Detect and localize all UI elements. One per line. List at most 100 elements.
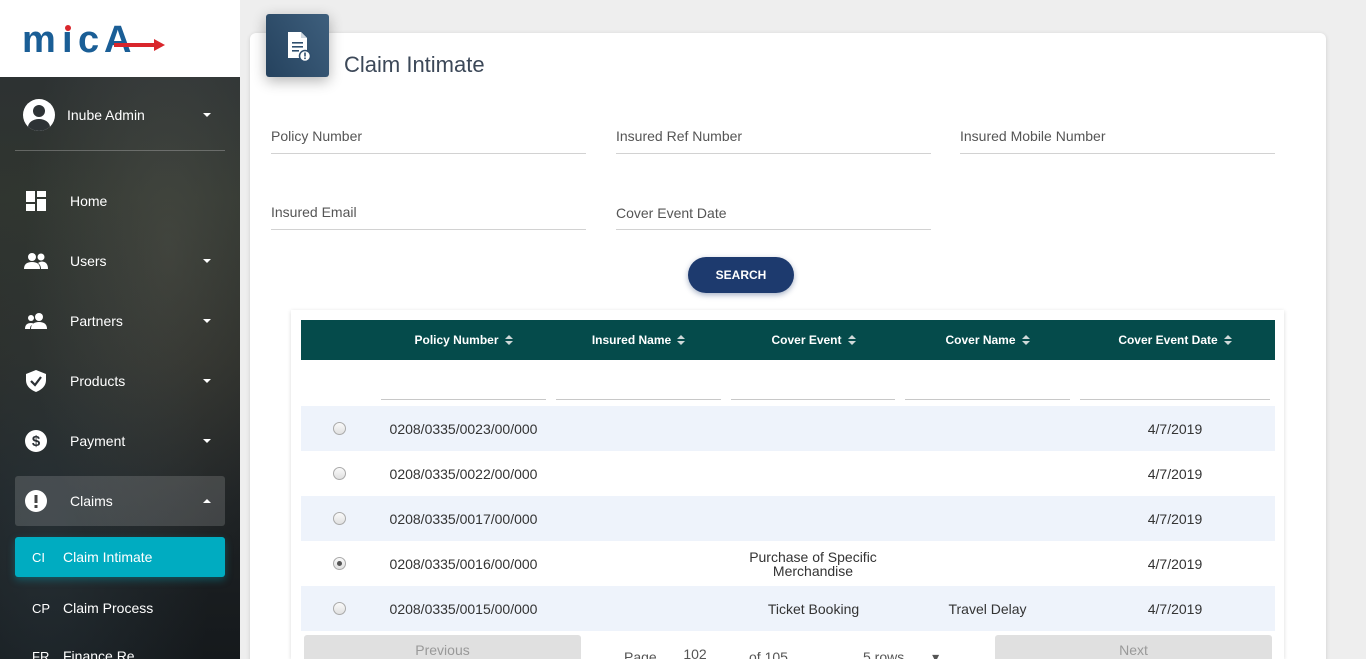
filter-input[interactable] (731, 372, 895, 399)
sidebar-subitem-finance[interactable]: FR Finance Re... (15, 636, 225, 659)
column-header-label: Cover Event (771, 333, 842, 347)
sidebar-item-label: Home (70, 193, 108, 209)
sidebar-item-users[interactable]: Users (15, 236, 225, 286)
sidebar-subitem-abbr: FR (32, 648, 50, 659)
table-row[interactable]: 0208/0335/0015/00/000 Ticket Booking Tra… (301, 586, 1275, 631)
next-button[interactable]: Next (995, 635, 1272, 659)
cell-cover-event: Purchase of Specific Merchandise (749, 548, 877, 579)
caret-up-icon (203, 499, 211, 503)
sidebar-item-label: Payment (70, 433, 126, 449)
user-menu[interactable]: Inube Admin (15, 96, 225, 134)
partners-icon (24, 309, 48, 333)
account-circle-icon (23, 99, 55, 131)
sort-icon (677, 335, 686, 345)
sidebar: m ı c A Inube Admin Home Users Partners (0, 0, 240, 659)
insured-mobile-field[interactable] (960, 114, 1275, 154)
column-header-policy-number[interactable]: Policy Number (381, 320, 546, 360)
column-header-label: Cover Name (945, 333, 1016, 347)
filter-input[interactable] (905, 372, 1070, 399)
table-header: Policy Number Insured Name Cover Event C… (301, 320, 1275, 360)
column-header-cover-event-date[interactable]: Cover Event Date (1080, 320, 1270, 360)
sidebar-item-payment[interactable]: $ Payment (15, 416, 225, 466)
column-header-cover-name[interactable]: Cover Name (905, 320, 1070, 360)
sort-icon (1223, 335, 1232, 345)
cell-cover-event (731, 496, 896, 541)
svg-text:A: A (104, 22, 131, 58)
sidebar-item-claims[interactable]: Claims (15, 476, 225, 526)
svg-text:c: c (78, 22, 99, 58)
row-radio[interactable] (333, 422, 346, 435)
filter-input[interactable] (1080, 372, 1270, 399)
cell-insured-name (556, 541, 721, 586)
rows-per-page-select[interactable]: 5 rows ▾ (863, 649, 939, 659)
sidebar-subitem-claim-intimate[interactable]: CI Claim Intimate (15, 537, 225, 577)
rows-per-page-value: 5 rows (863, 649, 905, 659)
cell-cover-name (905, 406, 1070, 451)
table-row[interactable]: 0208/0335/0022/00/000 4/7/2019 (301, 451, 1275, 496)
filter-cover-event-date[interactable] (1080, 372, 1270, 400)
sort-icon (847, 335, 856, 345)
dashboard-icon (24, 189, 48, 213)
insured-mobile-input[interactable] (960, 128, 1275, 144)
row-radio[interactable] (333, 467, 346, 480)
cell-insured-name (556, 451, 721, 496)
policy-number-field[interactable] (271, 114, 586, 154)
cell-cover-event-date: 4/7/2019 (1147, 420, 1203, 437)
cell-insured-name (556, 586, 721, 631)
column-header-cover-event[interactable]: Cover Event (731, 320, 896, 360)
insured-email-field[interactable] (271, 190, 586, 230)
filter-cover-event[interactable] (731, 372, 895, 400)
column-header-insured-name[interactable]: Insured Name (556, 320, 721, 360)
sidebar-item-products[interactable]: Products (15, 356, 225, 406)
cell-cover-name (905, 541, 1070, 586)
filter-policy-number[interactable] (381, 372, 546, 400)
previous-button[interactable]: Previous (304, 635, 581, 659)
insured-ref-input[interactable] (616, 128, 931, 144)
table-row[interactable]: 0208/0335/0016/00/000 Purchase of Specif… (301, 541, 1275, 586)
sidebar-item-home[interactable]: Home (15, 176, 225, 226)
sidebar-item-label: Users (70, 253, 107, 269)
row-radio[interactable] (333, 602, 346, 615)
caret-down-icon (203, 259, 211, 263)
table-row[interactable]: 0208/0335/0023/00/000 4/7/2019 (301, 406, 1275, 451)
column-header-label: Cover Event Date (1118, 333, 1218, 347)
insured-email-input[interactable] (271, 204, 586, 220)
cell-cover-name (905, 496, 1070, 541)
cover-event-date-input[interactable] (616, 205, 931, 221)
cell-cover-event-date: 4/7/2019 (1147, 510, 1203, 527)
policy-number-input[interactable] (271, 128, 586, 144)
users-icon (24, 249, 48, 273)
sidebar-subitem-abbr: CI (32, 549, 45, 565)
cell-policy-number: 0208/0335/0022/00/000 (389, 465, 538, 482)
cell-policy-number: 0208/0335/0016/00/000 (389, 555, 538, 572)
shield-check-icon (24, 369, 48, 393)
dollar-icon: $ (24, 429, 48, 453)
sidebar-item-partners[interactable]: Partners (15, 296, 225, 346)
user-name: Inube Admin (67, 107, 145, 123)
page-number-input[interactable] (670, 646, 720, 659)
filter-input[interactable] (556, 372, 721, 399)
sidebar-subitem-claim-process[interactable]: CP Claim Process (15, 588, 225, 628)
filter-insured-name[interactable] (556, 372, 721, 400)
search-button[interactable]: SEARCH (688, 257, 794, 293)
cell-policy-number: 0208/0335/0017/00/000 (389, 510, 538, 527)
row-radio-selected[interactable] (333, 557, 346, 570)
mica-logo: m ı c A (22, 22, 165, 58)
row-radio[interactable] (333, 512, 346, 525)
filter-cover-name[interactable] (905, 372, 1070, 400)
alert-icon (24, 489, 48, 513)
cell-cover-event (731, 451, 896, 496)
caret-down-icon (203, 379, 211, 383)
logo-area: m ı c A (0, 0, 240, 77)
sidebar-subitem-label: Claim Process (63, 600, 154, 616)
table-row[interactable]: 0208/0335/0017/00/000 4/7/2019 (301, 496, 1275, 541)
column-header-label: Insured Name (591, 333, 672, 347)
caret-down-icon (203, 319, 211, 323)
insured-ref-field[interactable] (616, 114, 931, 154)
cover-event-date-field[interactable] (616, 190, 931, 230)
filter-input[interactable] (381, 372, 546, 399)
sidebar-divider (15, 150, 225, 151)
cell-policy-number: 0208/0335/0023/00/000 (389, 420, 538, 437)
cell-policy-number: 0208/0335/0015/00/000 (389, 600, 538, 617)
pagination: Previous Page of 105 5 rows ▾ Next (301, 634, 1275, 659)
